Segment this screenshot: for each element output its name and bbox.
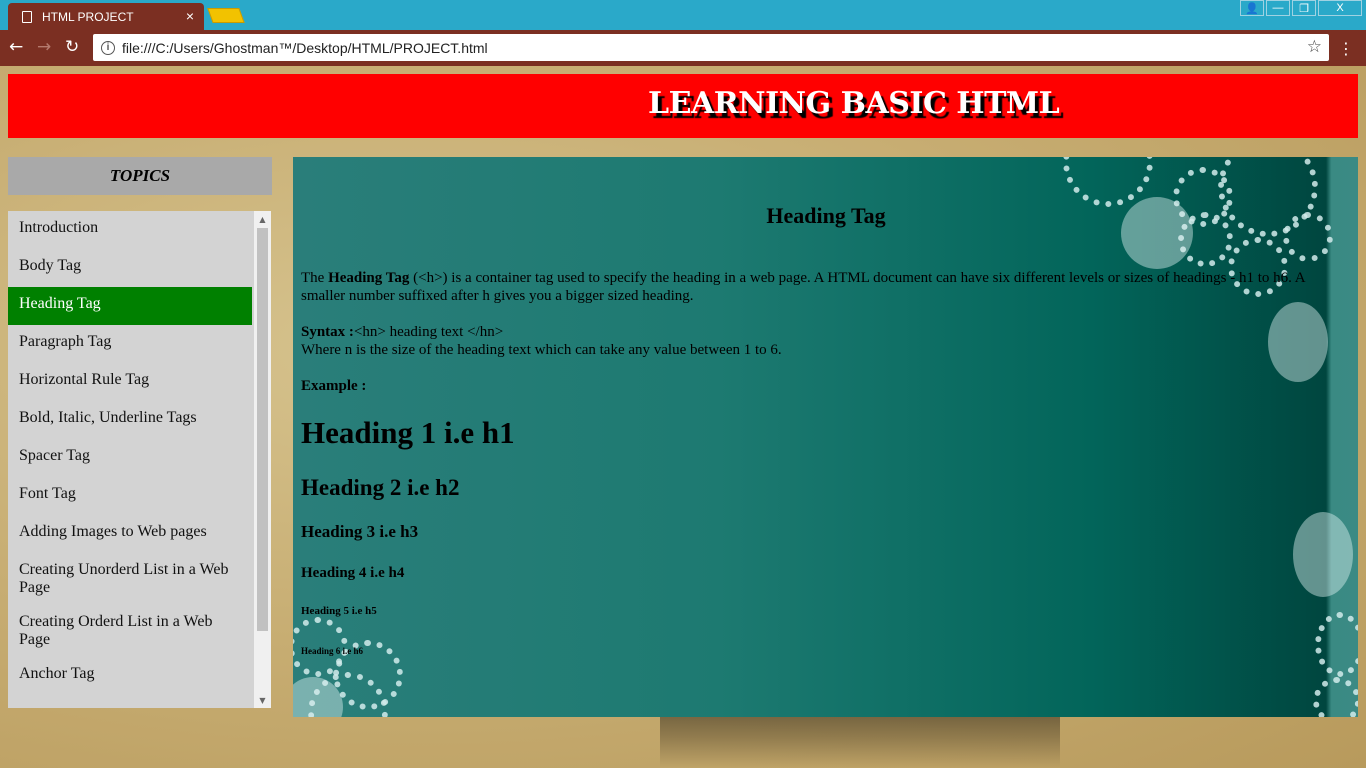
tab-title: HTML PROJECT	[42, 9, 134, 24]
sidebar-item-topic[interactable]: Body Tag	[8, 249, 252, 287]
intro-rest: (<h>) is a container tag used to specify…	[301, 270, 1305, 304]
scroll-up-arrow-icon[interactable]: ▲	[254, 211, 271, 227]
intro-bold: Heading Tag	[328, 270, 410, 286]
browser-menu-icon[interactable]: ⋮	[1338, 39, 1354, 58]
sidebar-item-topic[interactable]: Anchor Tag	[8, 657, 252, 695]
profile-icon[interactable]: 👤	[1240, 0, 1264, 16]
info-icon[interactable]: i	[101, 40, 115, 55]
intro-paragraph: The Heading Tag (<h>) is a container tag…	[301, 269, 1341, 305]
gear-decoration-icon	[1063, 157, 1153, 207]
address-bar[interactable]: i file:///C:/Users/Ghostman™/Desktop/HTM…	[93, 34, 1329, 61]
reload-icon[interactable]: ↻	[65, 37, 79, 57]
topics-label: TOPICS	[109, 166, 171, 185]
sidebar-item-topic[interactable]: Font Tag	[8, 477, 252, 515]
sidebar-item-topic[interactable]: Creating Unorderd List in a Web Page	[8, 553, 252, 605]
topics-list: Introduction Body Tag Heading Tag Paragraph…	[8, 211, 252, 695]
browser-toolbar: ← → ↻ i file:///C:/Users/Ghostman™/Deskt…	[0, 30, 1366, 66]
restore-button[interactable]: ❐	[1292, 0, 1316, 16]
sidebar-item-topic[interactable]: Bold, Italic, Underline Tags	[8, 401, 252, 439]
intro-prefix: The	[301, 270, 329, 286]
gear-decoration-icon	[1315, 612, 1358, 677]
browser-titlebar: HTML PROJECT × 👤 — ❐ X	[0, 0, 1366, 30]
banner-title: LEARNING BASIC HTML	[648, 86, 1060, 121]
gear-decoration-icon	[1313, 677, 1358, 717]
sidebar-item-topic[interactable]: Paragraph Tag	[8, 325, 252, 363]
minimize-button[interactable]: —	[1266, 0, 1290, 16]
browser-tab[interactable]: HTML PROJECT ×	[8, 3, 204, 30]
book-background-decoration	[660, 717, 1060, 768]
topics-heading: TOPICS	[8, 157, 272, 195]
sidebar-item-topic[interactable]: Introduction	[8, 211, 252, 249]
window-controls: 👤 — ❐ X	[1240, 0, 1362, 16]
tab-close-icon[interactable]: ×	[186, 8, 194, 24]
content-title: Heading Tag	[766, 203, 886, 228]
example-h6: Heading 6 i.e h6	[301, 646, 364, 656]
new-tab-button[interactable]	[207, 8, 245, 23]
web-page: LEARNING BASIC HTML TOPICS Introduction B…	[0, 66, 1366, 768]
example-h4: Heading 4 i.e h4	[301, 565, 405, 581]
example-h1: Heading 1 i.e h1	[301, 415, 515, 450]
sidebar-item-topic[interactable]: Heading Tag	[8, 287, 252, 325]
bubble-decoration	[1293, 512, 1353, 597]
sidebar-item-topic[interactable]: Horizontal Rule Tag	[8, 363, 252, 401]
syntax-note: Where n is the size of the heading text …	[301, 342, 782, 358]
sidebar-item-topic[interactable]: Creating Orderd List in a Web Page	[8, 605, 252, 657]
example-label: Example :	[301, 378, 367, 394]
example-h3: Heading 3 i.e h3	[301, 522, 419, 541]
bookmark-star-icon[interactable]: ☆	[1307, 37, 1322, 57]
page-icon	[22, 10, 32, 23]
example-paragraph: Example :	[301, 377, 366, 395]
header-banner: LEARNING BASIC HTML	[8, 74, 1358, 138]
syntax-text: <hn> heading text </hn>	[353, 324, 504, 340]
back-arrow-icon[interactable]: ←	[9, 37, 23, 57]
sidebar-item-topic[interactable]: Spacer Tag	[8, 439, 252, 477]
syntax-paragraph: Syntax :<hn> heading text </hn> Where n …	[301, 323, 1341, 359]
syntax-label: Syntax :	[301, 324, 354, 340]
example-h2: Heading 2 i.e h2	[301, 475, 460, 500]
scroll-thumb[interactable]	[257, 228, 268, 631]
url-text[interactable]: file:///C:/Users/Ghostman™/Desktop/HTML/…	[122, 40, 488, 56]
topics-sidebar: Introduction Body Tag Heading Tag Paragraph…	[8, 211, 271, 708]
forward-arrow-icon[interactable]: →	[37, 37, 51, 57]
scroll-down-arrow-icon[interactable]: ▼	[254, 692, 271, 708]
example-h5: Heading 5 i.e h5	[301, 605, 377, 617]
sidebar-scrollbar[interactable]: ▲ ▼	[254, 211, 271, 708]
close-window-button[interactable]: X	[1318, 0, 1362, 16]
content-panel: Heading Tag The Heading Tag (<h>) is a c…	[293, 157, 1358, 717]
sidebar-item-topic[interactable]: Adding Images to Web pages	[8, 515, 252, 553]
